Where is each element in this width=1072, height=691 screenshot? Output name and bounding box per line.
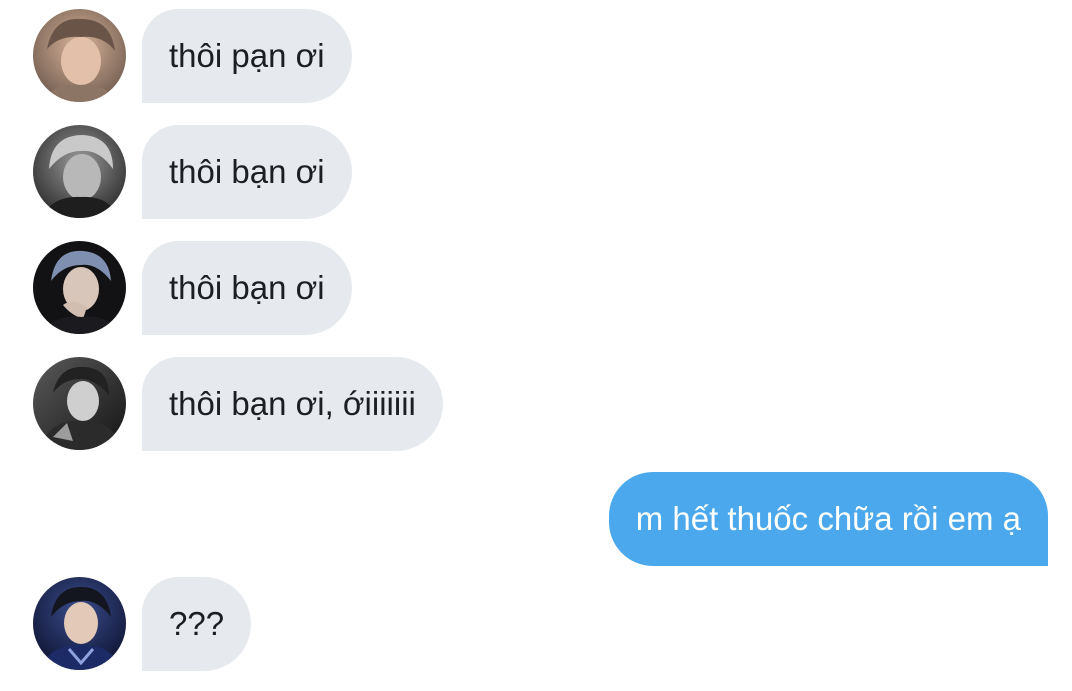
- incoming-message-bubble[interactable]: thôi bạn ơi: [142, 125, 352, 219]
- avatar-photo-icon: [33, 125, 126, 218]
- avatar-photo-icon: [33, 9, 126, 102]
- incoming-message-bubble[interactable]: thôi pạn ơi: [142, 9, 352, 103]
- message-row: m hết thuốc chữa rồi em ạ: [0, 472, 1072, 566]
- sender-avatar[interactable]: [33, 577, 126, 670]
- sender-avatar[interactable]: [33, 9, 126, 102]
- sender-avatar[interactable]: [33, 357, 126, 450]
- avatar-photo-icon: [33, 357, 126, 450]
- sender-avatar[interactable]: [33, 241, 126, 334]
- message-row: thôi bạn ơi: [0, 241, 1072, 335]
- message-row: ???: [0, 577, 1072, 671]
- incoming-message-bubble[interactable]: thôi bạn ơi, ớiiiiiii: [142, 357, 443, 451]
- avatar-photo-icon: [33, 577, 126, 670]
- chat-thread: thôi pạn ơi thôi bạn ơi thôi bạn ơi thôi…: [0, 0, 1072, 691]
- sender-avatar[interactable]: [33, 125, 126, 218]
- outgoing-message-bubble[interactable]: m hết thuốc chữa rồi em ạ: [608, 472, 1048, 566]
- avatar-photo-icon: [33, 241, 126, 334]
- message-row: thôi bạn ơi: [0, 125, 1072, 219]
- incoming-message-bubble[interactable]: thôi bạn ơi: [142, 241, 352, 335]
- message-row: thôi pạn ơi: [0, 9, 1072, 103]
- incoming-message-bubble[interactable]: ???: [142, 577, 252, 671]
- message-row: thôi bạn ơi, ớiiiiiii: [0, 357, 1072, 451]
